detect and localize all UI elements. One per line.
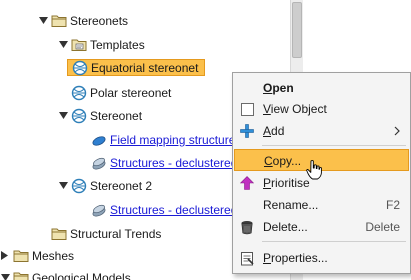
tree-item-label: Polar stereonet bbox=[90, 85, 172, 100]
menu-item-label: opy... bbox=[272, 154, 302, 168]
stereonet-icon bbox=[71, 108, 87, 124]
menu-item-mnemonic: P bbox=[263, 176, 272, 190]
stereonet-icon bbox=[71, 178, 87, 194]
folder-icon bbox=[51, 13, 67, 29]
expanded-arrow-icon[interactable] bbox=[58, 181, 68, 191]
folder-icon bbox=[51, 226, 67, 242]
tree-item-label: Stereonets bbox=[70, 13, 129, 28]
tree-item-label: Templates bbox=[90, 37, 145, 52]
menu-item-mnemonic: C bbox=[264, 154, 273, 168]
menu-item-add[interactable]: Add bbox=[234, 120, 409, 142]
menu-item-mnemonic: V bbox=[263, 102, 271, 116]
tree-item-label: Stereonet bbox=[90, 108, 143, 123]
stereonet-icon bbox=[72, 60, 88, 76]
application-window: Stereonets Templates Equatorial stereone… bbox=[0, 0, 411, 280]
menu-item-label: Rename... bbox=[263, 198, 319, 212]
tree-item-label: Structures - declustered bbox=[110, 202, 238, 217]
tree-item-label: Geological Models bbox=[32, 270, 131, 280]
menu-item-rename[interactable]: Rename... F2 bbox=[234, 194, 409, 216]
expanded-arrow-icon[interactable] bbox=[58, 111, 68, 121]
checkbox-icon[interactable] bbox=[239, 101, 255, 117]
plus-icon bbox=[239, 123, 255, 139]
menu-item-label: Delete... bbox=[263, 220, 308, 234]
menu-item-shortcut: F2 bbox=[385, 198, 400, 212]
stereonet-icon bbox=[71, 85, 87, 101]
trash-icon bbox=[239, 219, 255, 235]
menu-item-mnemonic: P bbox=[263, 251, 272, 265]
tree-item-label: Equatorial stereonet bbox=[91, 60, 199, 75]
menu-item-shortcut: Delete bbox=[365, 220, 400, 234]
template-folder-icon bbox=[71, 37, 87, 53]
menu-item-label: pen bbox=[272, 81, 294, 95]
up-arrow-icon bbox=[239, 175, 255, 191]
menu-item-label: rioritise bbox=[271, 176, 310, 190]
menu-item-label: iew Object bbox=[270, 102, 327, 116]
menu-item-view-object[interactable]: View Object bbox=[234, 98, 409, 120]
structural-data-icon bbox=[91, 132, 107, 148]
tree-item-label: Stereonet 2 bbox=[90, 178, 153, 193]
tree-item-label: Structures - declustered bbox=[110, 155, 238, 170]
collapsed-arrow-icon[interactable] bbox=[0, 251, 10, 261]
submenu-arrow-icon bbox=[394, 125, 400, 139]
tree-item-label: Structural Trends bbox=[70, 226, 162, 241]
declustered-data-icon bbox=[91, 155, 107, 171]
menu-separator bbox=[262, 145, 406, 146]
tree-item-templates[interactable]: Templates bbox=[0, 33, 290, 55]
menu-item-mnemonic: O bbox=[263, 81, 273, 95]
expanded-arrow-icon[interactable] bbox=[0, 273, 10, 280]
context-menu: Open View Object Add Copy... Prioritise … bbox=[232, 72, 411, 274]
menu-item-prioritise[interactable]: Prioritise bbox=[234, 172, 409, 194]
declustered-data-icon bbox=[91, 202, 107, 218]
menu-item-mnemonic: A bbox=[263, 124, 272, 138]
folder-icon bbox=[13, 248, 29, 264]
menu-item-open[interactable]: Open bbox=[234, 77, 409, 99]
tree-item-label: Meshes bbox=[32, 248, 75, 263]
expanded-arrow-icon[interactable] bbox=[58, 40, 68, 50]
scrollbar-thumb[interactable] bbox=[292, 2, 302, 58]
properties-icon bbox=[239, 250, 255, 266]
folder-icon bbox=[13, 270, 29, 280]
menu-item-copy[interactable]: Copy... bbox=[234, 149, 409, 171]
menu-separator bbox=[262, 241, 406, 242]
tree-item-stereonets[interactable]: Stereonets bbox=[0, 9, 290, 31]
menu-item-label: dd bbox=[271, 124, 285, 138]
menu-item-delete[interactable]: Delete... Delete bbox=[234, 216, 409, 238]
expanded-arrow-icon[interactable] bbox=[38, 16, 48, 26]
menu-item-label: roperties... bbox=[271, 251, 328, 265]
menu-item-properties[interactable]: Properties... bbox=[234, 247, 409, 269]
tree-item-label: Field mapping structures bbox=[110, 132, 242, 147]
